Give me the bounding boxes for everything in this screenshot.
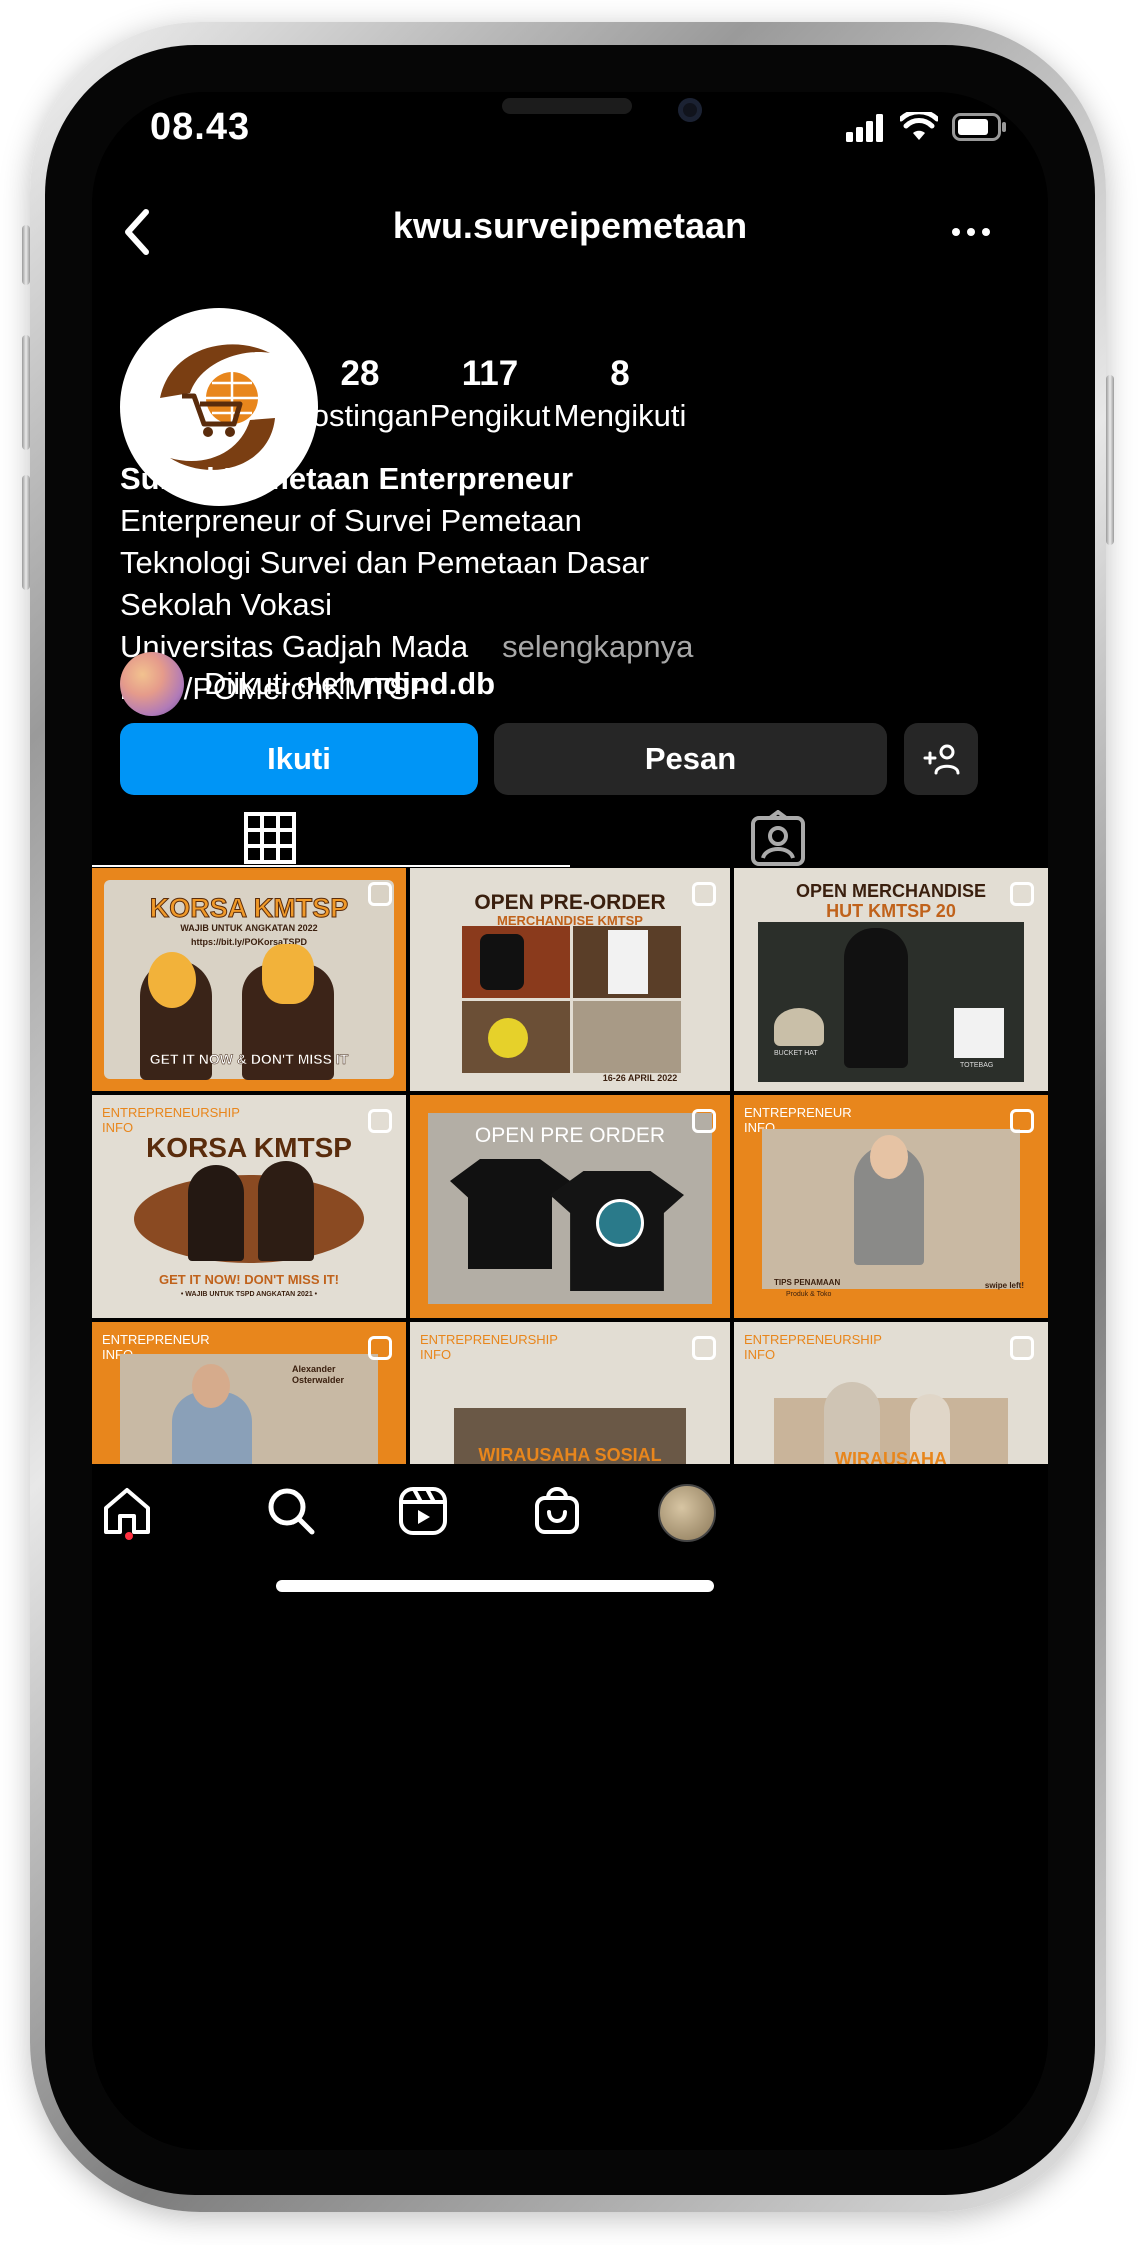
swipe-hint: swipe left!	[984, 1281, 1024, 1290]
shop-icon[interactable]	[528, 1482, 586, 1540]
carousel-icon	[1010, 882, 1034, 906]
wifi-icon	[900, 112, 938, 140]
person-figure	[148, 952, 196, 1008]
bio-line: Sekolah Vokasi	[120, 587, 332, 622]
bio-line: Enterpreneur of Survei Pemetaan	[120, 503, 582, 538]
post-subtitle: WAJIB UNTUK ANGKATAN 2022	[180, 923, 318, 933]
person-figure	[258, 1161, 314, 1261]
post-subtitle: HUT KMTSP 20	[826, 901, 956, 921]
post-footer: WIRAUSAHA SOSIAL	[478, 1445, 662, 1464]
post-footer: GET IT NOW & DON'T MISS IT	[149, 1051, 349, 1067]
carousel-icon	[368, 882, 392, 906]
carousel-icon	[692, 1109, 716, 1133]
carousel-icon	[368, 1109, 392, 1133]
post-title: OPEN PRE ORDER	[474, 1124, 666, 1147]
post-footnote: • WAJIB UNTUK TSPD ANGKATAN 2021 •	[180, 1291, 318, 1298]
profile-username: kwu.surveipemetaan	[392, 205, 748, 246]
post-title: KORSA KMTSP	[146, 1132, 352, 1163]
tshirt-image	[450, 1159, 570, 1269]
post-subfooter: Produk & Toko	[786, 1291, 832, 1298]
merch-label: TOTEBAG	[960, 1062, 994, 1069]
post-tile[interactable]: ENTREPRENEUR INFO TIPS PENAMAAN Produk &…	[734, 1095, 1048, 1318]
followed-user: ndind.db	[364, 666, 496, 701]
post-title: OPEN MERCHANDISE	[795, 881, 987, 901]
post-subtitle: MERCHANDISE KMTSP	[497, 913, 643, 928]
post-tile[interactable]: OPEN PRE-ORDER MERCHANDISE KMTSP 16-26 A…	[410, 868, 730, 1091]
volume-down-button	[22, 475, 30, 590]
merch-item	[774, 1008, 824, 1046]
silent-switch	[22, 225, 30, 285]
carousel-icon	[692, 882, 716, 906]
merch-item	[954, 1008, 1004, 1058]
followed-by[interactable]: Diikuti oleh ndind.db	[120, 652, 495, 716]
carousel-icon	[1010, 1336, 1034, 1360]
post-tile[interactable]: KORSA KMTSP WAJIB UNTUK ANGKATAN 2022 ht…	[92, 868, 406, 1091]
post-footer: 16-26 APRIL 2022	[602, 1073, 678, 1083]
post-tile[interactable]: ENTREPRENEURSHIP INFO WIRAUSAHA	[734, 1322, 1048, 1464]
person-face	[192, 1364, 230, 1408]
signal-icon	[846, 114, 883, 142]
home-indicator[interactable]	[276, 1580, 714, 1592]
post-tile[interactable]: ENTREPRENEURSHIP INFO KORSA KMTSP GET IT…	[92, 1095, 406, 1318]
photo-oval	[134, 1175, 364, 1263]
post-title: KORSA KMTSP	[149, 893, 349, 923]
bio-line: Teknologi Survei dan Pemetaan Dasar	[120, 545, 650, 580]
following-count[interactable]: 8 Mengikuti	[535, 354, 705, 434]
merch-item	[488, 1018, 528, 1058]
post-footer: GET IT NOW! DON'T MISS IT!	[158, 1272, 340, 1287]
suggest-people-button[interactable]	[904, 723, 978, 795]
following-count-label: Mengikuti	[553, 398, 687, 433]
person-face	[870, 1135, 908, 1179]
battery-icon	[952, 113, 1006, 141]
post-tag: ENTREPRENEURSHIP INFO	[420, 1332, 558, 1362]
following-count-value: 8	[610, 354, 630, 393]
carousel-icon	[1010, 1109, 1034, 1133]
post-tag: ENTREPRENEURSHIP INFO	[744, 1332, 882, 1362]
person-figure	[262, 944, 314, 1004]
message-button[interactable]: Pesan	[494, 723, 887, 795]
power-button	[1106, 375, 1114, 545]
carousel-icon	[368, 1336, 392, 1360]
post-tag: ENTREPRENEURSHIP INFO	[102, 1105, 240, 1135]
post-footer: TIPS PENAMAAN	[774, 1278, 841, 1287]
status-icons	[846, 112, 1008, 142]
post-tile[interactable]: OPEN MERCHANDISE HUT KMTSP 20 BUCKET HAT…	[734, 868, 1048, 1091]
volume-up-button	[22, 335, 30, 450]
screen: 08.43 kwu.surveipemetaan 28 Postingan 11…	[92, 92, 1048, 2150]
merch-photo	[573, 1001, 681, 1073]
followed-prefix: Diikuti oleh	[204, 666, 365, 701]
tagged-tab-icon[interactable]	[748, 810, 808, 870]
notification-dot	[125, 1532, 133, 1540]
photo-caption: Alexander Osterwalder	[292, 1364, 345, 1385]
reels-icon[interactable]	[394, 1482, 452, 1540]
speaker	[502, 98, 632, 114]
profile-name: Survei Pemetaan Enterpreneur	[120, 461, 574, 496]
add-person-icon	[923, 744, 960, 775]
post-link: https://bit.ly/POKorsaTSPD	[190, 937, 307, 947]
tshirt-emblem	[596, 1199, 644, 1247]
post-tile[interactable]: ENTREPRENEURSHIP INFO WIRAUSAHA SOSIAL	[410, 1322, 730, 1464]
post-tile[interactable]: ENTREPRENEUR INFO Alexander Osterwalder	[92, 1322, 406, 1464]
merch-item	[480, 934, 524, 990]
status-time: 08.43	[150, 106, 251, 148]
follow-button[interactable]: Ikuti	[120, 723, 478, 795]
front-camera	[678, 98, 702, 122]
post-title: OPEN PRE-ORDER	[474, 891, 666, 914]
merch-label: BUCKET HAT	[774, 1050, 818, 1057]
more-link[interactable]: selengkapnya	[502, 629, 693, 664]
more-options-icon[interactable]	[952, 228, 990, 236]
bottom-tab-bar	[92, 1464, 1048, 2150]
profile-tab-avatar[interactable]	[658, 1484, 716, 1542]
follower-avatar	[120, 652, 184, 716]
search-icon[interactable]	[262, 1482, 320, 1540]
post-footer: WIRAUSAHA	[835, 1449, 947, 1464]
grid-tab-icon[interactable]	[242, 810, 298, 866]
active-tab-indicator	[92, 865, 570, 867]
post-tile[interactable]: OPEN PRE ORDER	[410, 1095, 730, 1318]
person-figure	[188, 1165, 244, 1261]
person-figure	[844, 928, 908, 1068]
carousel-icon	[692, 1336, 716, 1360]
merch-item	[608, 930, 648, 994]
